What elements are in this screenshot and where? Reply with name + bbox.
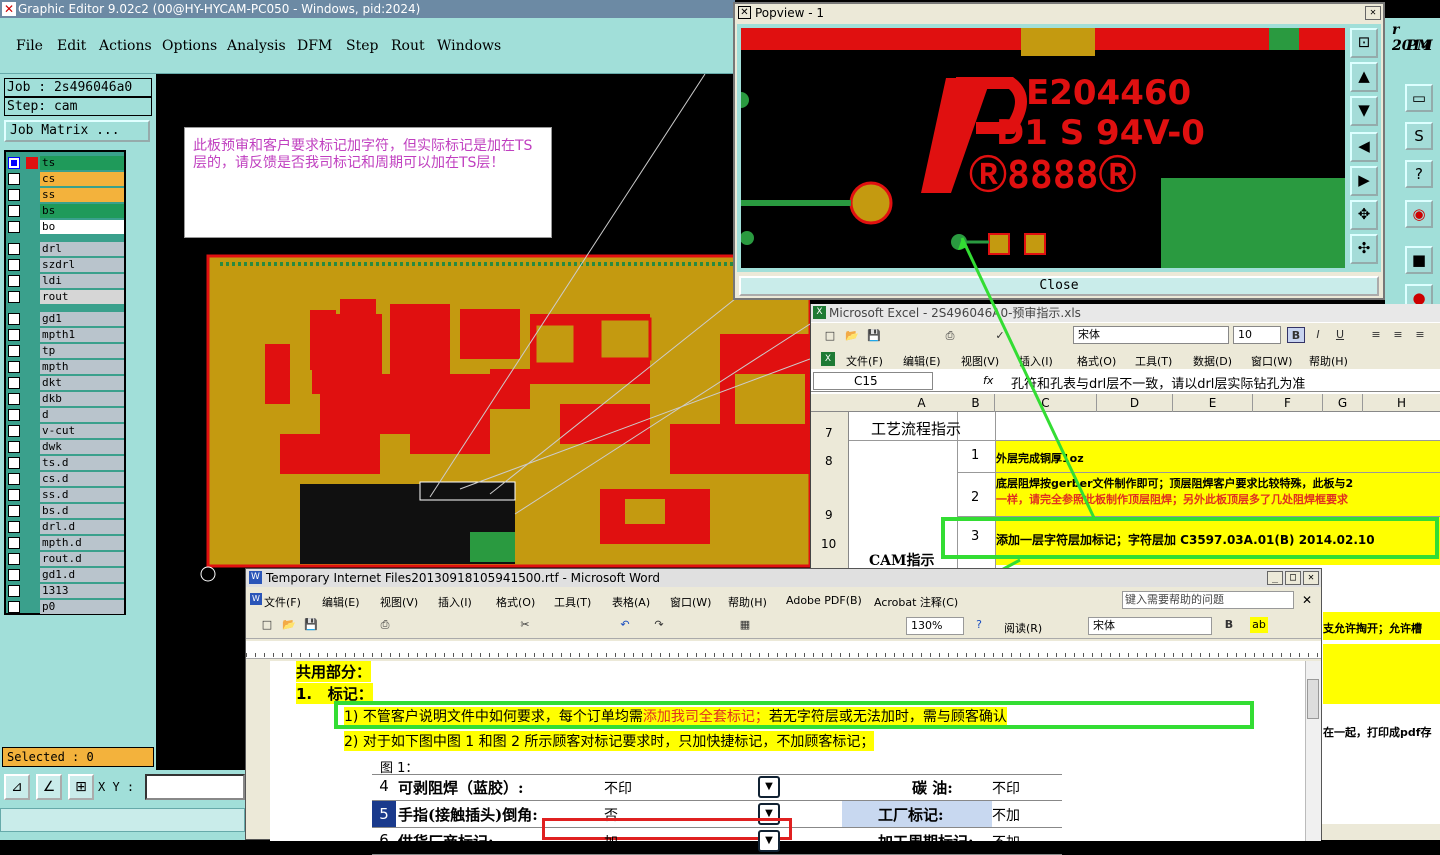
word-menu-insert[interactable]: 插入(I) (438, 594, 472, 610)
word-undo-icon[interactable]: ↶ (616, 617, 634, 633)
form-row-4-dropdown[interactable]: ▼ (758, 776, 780, 798)
word-menu-acrobat[interactable]: Acrobat 注释(C) (874, 594, 958, 610)
word-heading: 共用部分： (296, 661, 372, 682)
word-font-select[interactable]: 宋体 (1088, 617, 1212, 635)
word-save-icon[interactable]: 💾 (302, 617, 320, 633)
word-titlebar[interactable]: W Temporary Internet Files20130918105941… (246, 569, 1321, 587)
word-menu-file[interactable]: 文件(F) (264, 594, 301, 610)
word-menu-window[interactable]: 窗口(W) (670, 594, 711, 610)
word-cut-icon[interactable]: ✂ (516, 617, 534, 633)
form-row-6-value-box (542, 818, 792, 840)
form-row-4-value2[interactable]: 不印 (992, 778, 1020, 798)
word-menu-adobe-pdf[interactable]: Adobe PDF(B) (786, 594, 862, 607)
word-help-icon[interactable]: ? (970, 617, 988, 633)
word-scroll-thumb[interactable] (1307, 679, 1319, 719)
word-help-close-icon[interactable]: ✕ (1302, 593, 1312, 607)
word-title: Temporary Internet Files2013091810594150… (266, 571, 660, 585)
word-read-button[interactable]: 阅读(R) (1004, 620, 1042, 636)
word-print-icon[interactable]: ⎙ (376, 617, 394, 633)
word-line2: 2) 对于如下图中图 1 和图 2 所示顾客对标记要求时，只加快捷标记，不加顾客… (344, 731, 875, 751)
word-open-icon[interactable]: 📂 (280, 617, 298, 633)
form-row-4-label2: 碳 油: (912, 779, 953, 797)
word-menu-view[interactable]: 视图(V) (380, 594, 418, 610)
word-zoom-value: 130% (911, 619, 943, 632)
form-row-6-label: 供货厂商标记: (398, 833, 494, 851)
word-minimize-button[interactable]: _ (1267, 571, 1283, 585)
word-menu-format[interactable]: 格式(O) (496, 594, 535, 610)
word-highlight-icon[interactable]: ab (1250, 617, 1268, 633)
form-row-6-num: 6 (379, 831, 389, 849)
word-ruler (246, 641, 1321, 659)
form-row-5-label2: 工厂标记: (878, 806, 944, 824)
word-zoom-select[interactable]: 130% (906, 617, 964, 635)
form-row-5-num: 5 (372, 801, 396, 827)
form-row-4-value[interactable]: 不印 (604, 778, 632, 798)
word-menu-edit[interactable]: 编辑(E) (322, 594, 360, 610)
word-menu-table[interactable]: 表格(A) (612, 594, 650, 610)
form-row-5-label: 手指(接触插头)倒角: (398, 806, 538, 824)
form-row-6-value2[interactable]: 不加 (992, 832, 1020, 852)
word-app-icon: W (249, 571, 262, 584)
form-row-4-num: 4 (379, 777, 389, 795)
word-menu-tools[interactable]: 工具(T) (554, 594, 591, 610)
form-row-6-dropdown[interactable]: ▼ (758, 830, 780, 852)
form-row-4-label: 可剥阻焊（蓝胶）: (398, 779, 524, 797)
word-font-value: 宋体 (1093, 619, 1115, 632)
form-row-5-value2[interactable]: 不加 (992, 805, 1020, 825)
word-doc-icon: W (250, 593, 262, 605)
word-highlight-box (334, 701, 1254, 729)
word-bold-icon[interactable]: B (1220, 617, 1238, 633)
word-redo-icon[interactable]: ↷ (650, 617, 668, 633)
form-row-6: 6 供货厂商标记: 加 ▼ 加工周期标记: 不加 (372, 818, 1062, 855)
form-row-6-value[interactable]: 加 (604, 832, 618, 852)
form-row-4: 4 可剥阻焊（蓝胶）: 不印 ▼ 碳 油: 不印 (372, 774, 1062, 801)
word-close-button[interactable]: ✕ (1303, 571, 1319, 585)
word-table-icon[interactable]: ▦ (736, 617, 754, 633)
word-maximize-button[interactable]: □ (1285, 571, 1301, 585)
word-new-icon[interactable]: □ (258, 617, 276, 633)
word-help-input[interactable]: 键入需要帮助的问题 (1122, 591, 1294, 609)
form-row-6-label2: 加工周期标记: (878, 833, 974, 851)
word-menu-help[interactable]: 帮助(H) (728, 594, 767, 610)
